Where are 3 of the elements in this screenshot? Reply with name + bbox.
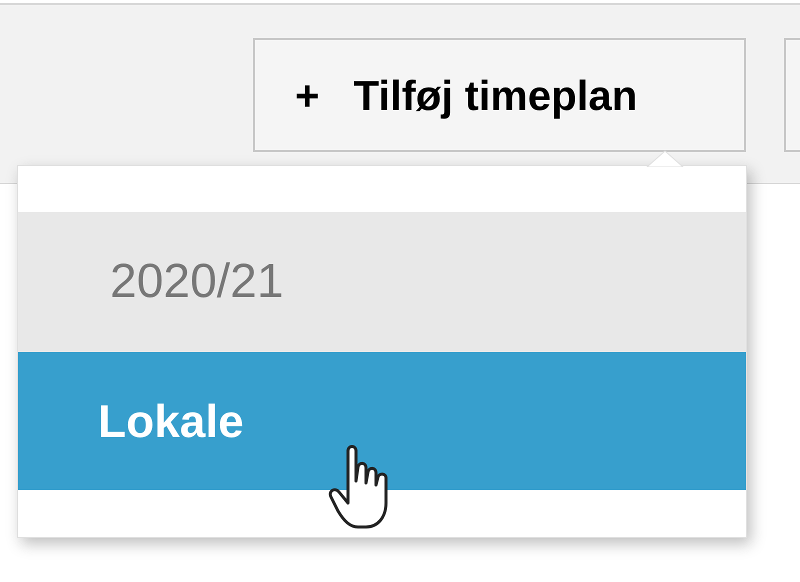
toolbar-button[interactable]	[784, 38, 800, 152]
menu-group-header: 2020/21	[18, 212, 746, 352]
add-schedule-button[interactable]: + Tilføj timeplan	[253, 38, 746, 152]
